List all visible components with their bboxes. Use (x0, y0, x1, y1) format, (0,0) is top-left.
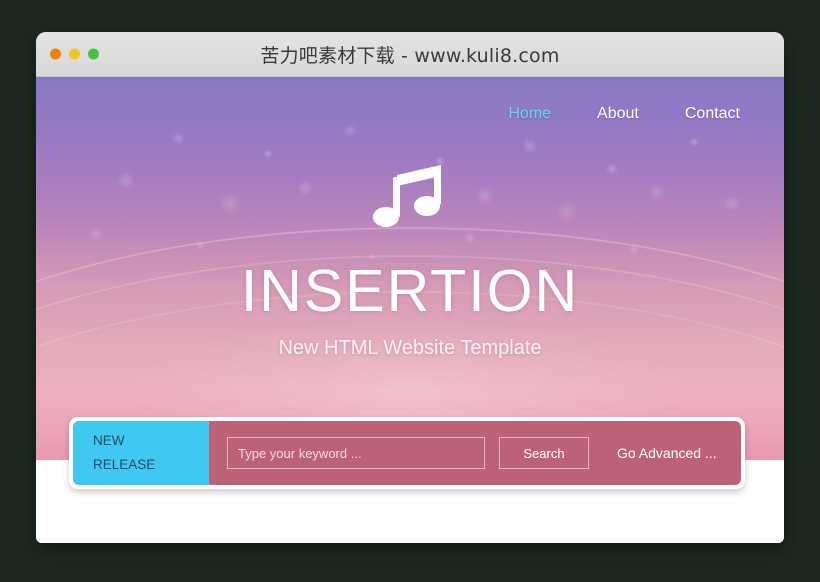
nav-item-about[interactable]: About (597, 105, 639, 123)
maximize-button[interactable] (88, 48, 99, 60)
search-input[interactable] (227, 437, 485, 469)
badge-line-1: NEW (93, 433, 125, 449)
hero-section: Home About Contact INSERTION New HTML We… (36, 77, 784, 460)
hero-subtitle: New HTML Website Template (278, 337, 542, 359)
main-navigation: Home About Contact (36, 77, 784, 131)
new-release-badge[interactable]: NEW RELEASE (73, 421, 209, 485)
hero-title: INSERTION (240, 258, 580, 324)
search-bar-inner: NEW RELEASE Search Go Advanced ... (73, 421, 741, 485)
search-bar: NEW RELEASE Search Go Advanced ... (69, 417, 745, 489)
close-button[interactable] (50, 48, 61, 60)
browser-window: 苦力吧素材下载 - www.kuli8.com Home About Conta… (36, 32, 784, 543)
window-titlebar: 苦力吧素材下载 - www.kuli8.com (36, 32, 784, 77)
window-controls (50, 48, 99, 60)
go-advanced-link[interactable]: Go Advanced ... (603, 445, 717, 461)
music-note-icon (373, 165, 441, 227)
hero-content: INSERTION New HTML Website Template (36, 157, 784, 360)
nav-item-contact[interactable]: Contact (685, 105, 740, 123)
minimize-button[interactable] (69, 48, 80, 60)
badge-line-2: RELEASE (93, 457, 156, 472)
nav-item-home[interactable]: Home (508, 105, 551, 123)
window-title: 苦力吧素材下载 - www.kuli8.com (260, 44, 560, 67)
search-button[interactable]: Search (499, 437, 589, 469)
search-fields: Search Go Advanced ... (209, 421, 741, 485)
